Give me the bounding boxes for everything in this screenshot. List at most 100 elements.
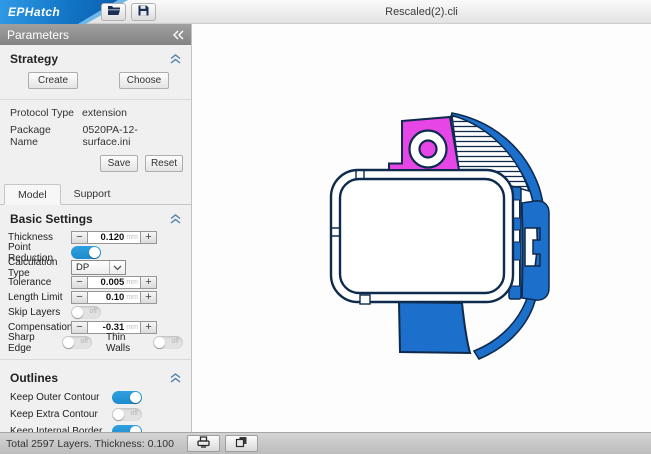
protocol-type-label: Protocol Type — [10, 107, 75, 119]
outlines-section-header: Outlines — [0, 364, 191, 389]
title-bar: EPHatch Rescaled(2).cli — [0, 0, 651, 24]
package-name-label: Package Name — [10, 124, 51, 148]
calculation-type-dropdown[interactable]: DP — [71, 260, 126, 275]
document-title: Rescaled(2).cli — [385, 6, 458, 18]
save-file-button[interactable] — [131, 3, 156, 21]
length-limit-increment-button[interactable]: + — [140, 291, 157, 304]
tolerance-label: Tolerance — [8, 277, 52, 288]
stacked-layers-icon — [235, 436, 248, 451]
basic-settings-title: Basic Settings — [10, 212, 93, 226]
thickness-increment-button[interactable]: + — [140, 231, 157, 244]
strategy-title: Strategy — [10, 52, 59, 66]
keep-outer-contour-row: Keep Outer Contour — [0, 389, 191, 406]
length-limit-unit: mm — [126, 294, 138, 301]
compensation-unit: mm — [126, 324, 138, 331]
protocol-type-row: Protocol Type extension — [0, 104, 191, 121]
save-button[interactable]: Save — [100, 155, 138, 172]
keep-extra-contour-toggle[interactable]: off — [112, 408, 142, 421]
strategy-section-header: Strategy — [0, 45, 191, 70]
choose-button[interactable]: Choose — [119, 72, 169, 89]
keep-internal-border-row: Keep Internal Border — [0, 423, 191, 432]
tolerance-row: Tolerance − 0.005 mm + — [0, 275, 191, 290]
compensation-decrement-button[interactable]: − — [71, 321, 88, 334]
protocol-type-value: extension — [82, 107, 127, 119]
thin-walls-label: Thin Walls — [106, 331, 131, 354]
length-limit-row: Length Limit − 0.10 mm + — [0, 290, 191, 305]
thickness-decrement-button[interactable]: − — [71, 231, 88, 244]
basic-settings-collapse-icon[interactable] — [170, 214, 181, 224]
length-limit-label: Length Limit — [8, 292, 63, 303]
keep-extra-contour-row: Keep Extra Contour off — [0, 406, 191, 423]
divider — [0, 359, 191, 360]
point-reduction-toggle[interactable] — [71, 246, 101, 259]
basic-settings-section-header: Basic Settings — [0, 205, 191, 230]
calculation-type-row: Calculation Type DP — [0, 257, 191, 279]
create-button[interactable]: Create — [28, 72, 78, 89]
thickness-unit: mm — [126, 234, 138, 241]
keep-outer-contour-toggle[interactable] — [112, 391, 142, 404]
thickness-input[interactable]: 0.120 mm — [88, 231, 140, 244]
length-limit-decrement-button[interactable]: − — [71, 291, 88, 304]
toggle-off-text: off — [130, 410, 138, 417]
length-limit-value: 0.10 — [105, 292, 125, 303]
skip-layers-toggle[interactable]: off — [71, 306, 101, 319]
tolerance-stepper: − 0.005 mm + — [71, 276, 157, 289]
right-connector-blob — [521, 200, 550, 301]
thickness-value: 0.120 — [100, 232, 125, 243]
parameters-panel-header: Parameters — [0, 24, 191, 45]
calculation-type-value: DP — [76, 262, 90, 273]
tab-support[interactable]: Support — [61, 184, 124, 204]
outlines-title: Outlines — [10, 371, 59, 385]
open-file-button[interactable] — [101, 3, 126, 21]
model-support-tabs: Model Support — [0, 178, 191, 205]
length-limit-stepper: − 0.10 mm + — [71, 291, 157, 304]
sharp-edge-thin-walls-row: Sharp Edge off Thin Walls off — [0, 332, 191, 354]
print-button[interactable] — [186, 435, 220, 452]
hole-inner-ring — [418, 139, 438, 159]
tolerance-decrement-button[interactable]: − — [71, 276, 88, 289]
inner-contour — [338, 177, 506, 295]
tab-model[interactable]: Model — [4, 184, 61, 205]
keep-outer-contour-label: Keep Outer Contour — [10, 392, 100, 403]
dropdown-chevron-icon — [109, 261, 125, 274]
status-bar: Total 2597 Layers. Thickness: 0.100 — [0, 432, 651, 454]
thin-walls-toggle[interactable]: off — [153, 336, 183, 349]
length-limit-input[interactable]: 0.10 mm — [88, 291, 140, 304]
tolerance-value: 0.005 — [100, 277, 125, 288]
save-reset-row: Save Reset — [0, 150, 191, 178]
keep-extra-contour-label: Keep Extra Contour — [10, 409, 98, 420]
package-name-value: 0520PA-12-surface.ini — [82, 124, 138, 148]
part-slice-drawing — [329, 112, 550, 361]
skip-layers-row: Skip Layers off — [0, 305, 191, 320]
toggle-off-text: off — [89, 308, 97, 315]
strategy-buttons: Create Choose — [0, 70, 191, 97]
divider — [0, 99, 191, 100]
calculation-type-label: Calculation Type — [8, 256, 58, 279]
reset-button[interactable]: Reset — [145, 155, 183, 172]
bottom-support-block — [397, 300, 472, 355]
tolerance-input[interactable]: 0.005 mm — [88, 276, 140, 289]
toggle-off-text: off — [171, 338, 179, 345]
sharp-edge-toggle[interactable]: off — [62, 336, 92, 349]
package-name-row: Package Name 0520PA-12-surface.ini — [0, 121, 191, 150]
tolerance-increment-button[interactable]: + — [140, 276, 157, 289]
outlines-collapse-icon[interactable] — [170, 373, 181, 383]
keep-internal-border-toggle[interactable] — [112, 425, 142, 432]
app-name: EPHatch — [8, 5, 61, 19]
slice-view-canvas[interactable] — [193, 24, 651, 432]
thickness-stepper: − 0.120 mm + — [71, 231, 157, 244]
parameters-panel: Parameters Strategy Create Choose Protoc… — [0, 24, 192, 432]
floppy-disk-icon — [138, 3, 149, 21]
strategy-collapse-icon[interactable] — [170, 54, 181, 64]
panel-collapse-icon[interactable] — [172, 30, 184, 40]
copy-layers-button[interactable] — [224, 435, 258, 452]
toggle-off-text: off — [80, 338, 88, 345]
tolerance-unit: mm — [126, 279, 138, 286]
skip-layers-label: Skip Layers — [8, 307, 61, 318]
panel-title: Parameters — [7, 27, 70, 42]
folder-open-icon — [107, 3, 121, 21]
application-window: EPHatch Rescaled(2).cli Parameters Strat… — [0, 0, 651, 454]
printer-icon — [197, 436, 210, 451]
sharp-edge-label: Sharp Edge — [8, 331, 35, 354]
status-text: Total 2597 Layers. Thickness: 0.100 — [6, 437, 174, 450]
